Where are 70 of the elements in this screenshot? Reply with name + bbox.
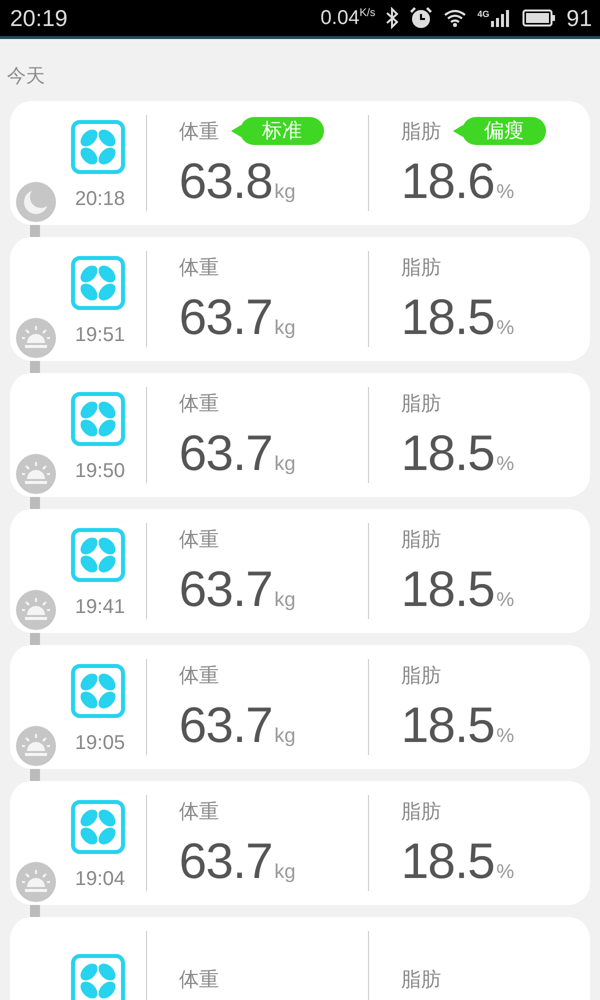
- fat-value: 18.5: [401, 832, 494, 890]
- weight-label: 体重: [179, 256, 219, 280]
- timeline-connector: [30, 769, 40, 781]
- fat-value: 18.6: [401, 152, 494, 210]
- sunrise-icon: [16, 318, 56, 358]
- timeline-connector: [30, 905, 40, 917]
- unit-label: kg: [274, 453, 296, 476]
- battery-level: 91: [566, 4, 592, 32]
- weight-value: 63.7: [179, 696, 272, 754]
- unit-label: kg: [274, 181, 296, 204]
- wifi-icon: [443, 8, 468, 28]
- fat-label: 脂肪: [401, 256, 441, 280]
- fat-label: 脂肪: [401, 392, 441, 416]
- fat-value: 18.5: [401, 288, 494, 346]
- timeline-connector: [30, 497, 40, 509]
- unit-label: kg: [274, 589, 296, 612]
- weight-label: 体重: [179, 800, 219, 824]
- weight-value: 63.7: [179, 832, 272, 890]
- weight-value: 63.8: [179, 152, 272, 210]
- timeline-connector: [30, 633, 40, 645]
- record-time: 19:04: [74, 868, 125, 890]
- network-type: 4G: [477, 9, 490, 19]
- fat-label: 脂肪: [401, 968, 441, 992]
- scale-icon: [71, 392, 125, 446]
- scale-icon: [71, 528, 125, 582]
- unit-label: %: [496, 317, 514, 340]
- clock-time: 20:19: [10, 4, 68, 32]
- sunrise-icon: [16, 862, 56, 902]
- record-time: 19:50: [74, 460, 125, 482]
- fat-value: 18.5: [401, 696, 494, 754]
- unit-label: %: [496, 589, 514, 612]
- timeline-connector: [30, 225, 40, 237]
- timeline-connector: [30, 361, 40, 373]
- sunrise-icon: [16, 454, 56, 494]
- fat-label: 脂肪: [401, 800, 441, 824]
- fat-label: 脂肪: [401, 664, 441, 688]
- sunrise-icon: [16, 590, 56, 630]
- unit-label: kg: [274, 725, 296, 748]
- scale-icon: [71, 664, 125, 718]
- unit-label: kg: [274, 317, 296, 340]
- alarm-clock-icon: [409, 6, 434, 30]
- unit-label: %: [496, 181, 514, 204]
- weight-label: 体重: [179, 968, 219, 992]
- fat-label: 脂肪: [401, 528, 441, 552]
- scale-icon: [71, 800, 125, 854]
- unit-label: kg: [274, 861, 296, 884]
- weight-label: 体重: [179, 392, 219, 416]
- unit-label: %: [496, 453, 514, 476]
- unit-label: %: [496, 725, 514, 748]
- fat-value: 18.5: [401, 424, 494, 482]
- bluetooth-icon: [385, 7, 400, 29]
- fat-value: 18.5: [401, 560, 494, 618]
- weight-value: 63.7: [179, 424, 272, 482]
- weight-value: 63.7: [179, 560, 272, 618]
- weight-label: 体重: [179, 120, 219, 144]
- battery-icon: [522, 9, 556, 27]
- weight-label: 体重: [179, 664, 219, 688]
- fat-label: 脂肪: [401, 120, 441, 144]
- record-time: 20:18: [74, 188, 125, 210]
- sunrise-icon: [16, 726, 56, 766]
- moon-icon: [16, 182, 56, 222]
- unit-label: %: [496, 861, 514, 884]
- weight-label: 体重: [179, 528, 219, 552]
- scale-icon: [71, 120, 125, 174]
- weight-value: 63.7: [179, 288, 272, 346]
- record-time: 19:05: [74, 732, 125, 754]
- record-time: 19:41: [74, 596, 125, 618]
- scale-icon: [71, 256, 125, 310]
- record-time: 19:51: [74, 324, 125, 346]
- section-title: 今天: [6, 65, 46, 89]
